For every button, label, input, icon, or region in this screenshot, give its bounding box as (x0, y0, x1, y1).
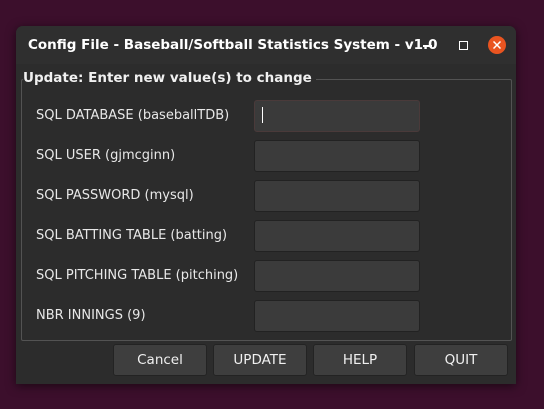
nbr-innings-label: NBR INNINGS (9) (36, 308, 146, 323)
close-icon (493, 41, 501, 49)
sql-batting-table-label: SQL BATTING TABLE (batting) (36, 228, 228, 243)
sql-database-input[interactable] (254, 100, 420, 132)
sql-user-input[interactable] (254, 140, 420, 172)
minimize-button[interactable] (418, 36, 436, 54)
minimize-icon (422, 45, 432, 47)
sql-user-label: SQL USER (gjmcginn) (36, 148, 176, 163)
sql-database-label: SQL DATABASE (baseballTDB) (36, 108, 230, 123)
title-bar[interactable]: Config File - Baseball/Softball Statisti… (16, 26, 516, 64)
window-title: Config File - Baseball/Softball Statisti… (28, 37, 438, 53)
maximize-icon (458, 40, 468, 50)
sql-password-input[interactable] (254, 180, 420, 212)
quit-button[interactable]: QUIT (414, 344, 508, 376)
text-caret (262, 107, 263, 123)
maximize-button[interactable] (454, 36, 472, 54)
close-button[interactable] (488, 36, 506, 54)
sql-batting-table-input[interactable] (254, 220, 420, 252)
group-title: Update: Enter new value(s) to change (23, 70, 316, 86)
sql-pitching-table-label: SQL PITCHING TABLE (pitching) (36, 268, 239, 283)
nbr-innings-input[interactable] (254, 300, 420, 332)
sql-pitching-table-input[interactable] (254, 260, 420, 292)
cancel-button[interactable]: Cancel (113, 344, 207, 376)
config-dialog: Config File - Baseball/Softball Statisti… (16, 26, 516, 384)
sql-password-label: SQL PASSWORD (mysql) (36, 188, 194, 203)
help-button[interactable]: HELP (313, 344, 407, 376)
update-button[interactable]: UPDATE (213, 344, 307, 376)
